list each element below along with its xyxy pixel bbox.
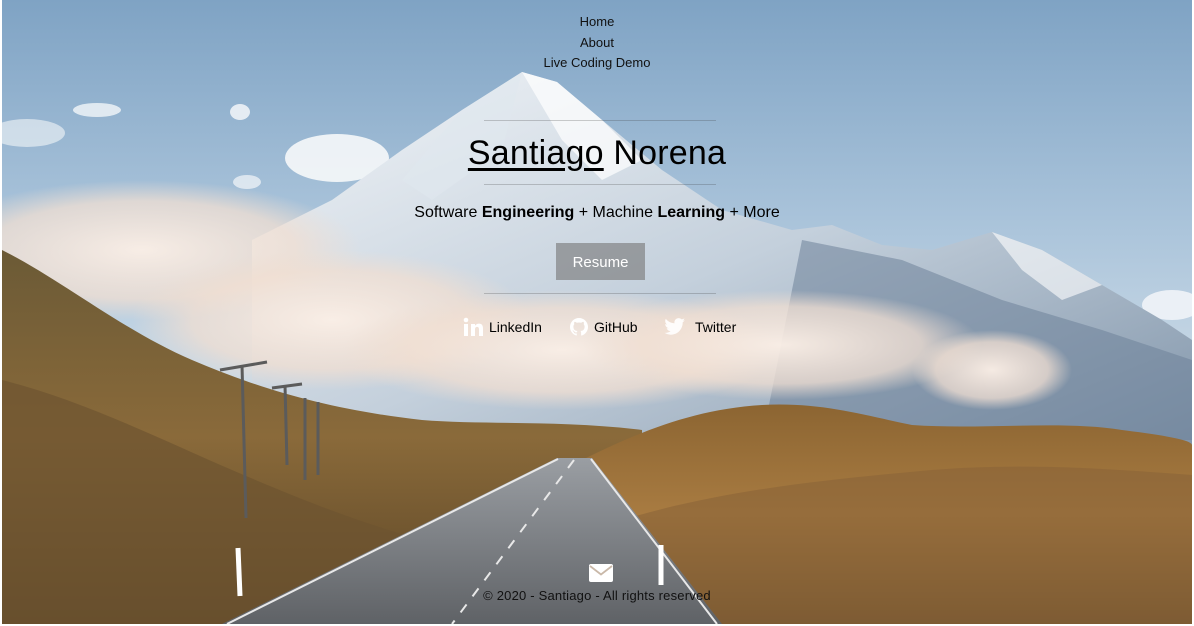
page-title: Santiago Norena <box>2 134 1192 173</box>
github-link[interactable]: GitHub <box>569 315 638 339</box>
email-link[interactable] <box>588 563 614 583</box>
linkedin-link[interactable]: LinkedIn <box>463 315 542 339</box>
tagline-text-2: + Machine <box>574 204 658 221</box>
divider-bottom <box>484 293 716 294</box>
tagline-text-3: + More <box>725 204 780 221</box>
nav-link-about[interactable]: About <box>2 33 1192 54</box>
tagline-text-1: Software <box>414 204 482 221</box>
last-name: Norena <box>613 134 727 172</box>
twitter-icon <box>664 318 685 335</box>
top-navigation: Home About Live Coding Demo <box>2 12 1192 74</box>
nav-link-live-coding-demo[interactable]: Live Coding Demo <box>2 53 1192 74</box>
github-icon <box>570 318 588 336</box>
copyright-text: © 2020 - Santiago - All rights reserved <box>483 588 711 603</box>
twitter-link[interactable]: Twitter <box>664 315 736 339</box>
tagline-bold-learning: Learning <box>657 204 726 221</box>
github-label: GitHub <box>594 319 638 335</box>
tagline: Software Engineering + Machine Learning … <box>2 204 1192 222</box>
first-name: Santiago <box>467 134 604 172</box>
resume-button[interactable]: Resume <box>556 243 645 280</box>
hero-section: Home About Live Coding Demo Santiago Nor… <box>2 0 1192 624</box>
twitter-label: Twitter <box>695 319 737 335</box>
divider-top <box>484 120 716 121</box>
divider-middle <box>484 184 716 185</box>
envelope-icon <box>589 564 613 582</box>
linkedin-icon <box>463 317 483 336</box>
linkedin-label: LinkedIn <box>489 319 542 335</box>
mountain-road-background-image <box>2 0 1192 624</box>
nav-link-home[interactable]: Home <box>2 12 1192 33</box>
tagline-bold-engineering: Engineering <box>481 204 575 221</box>
